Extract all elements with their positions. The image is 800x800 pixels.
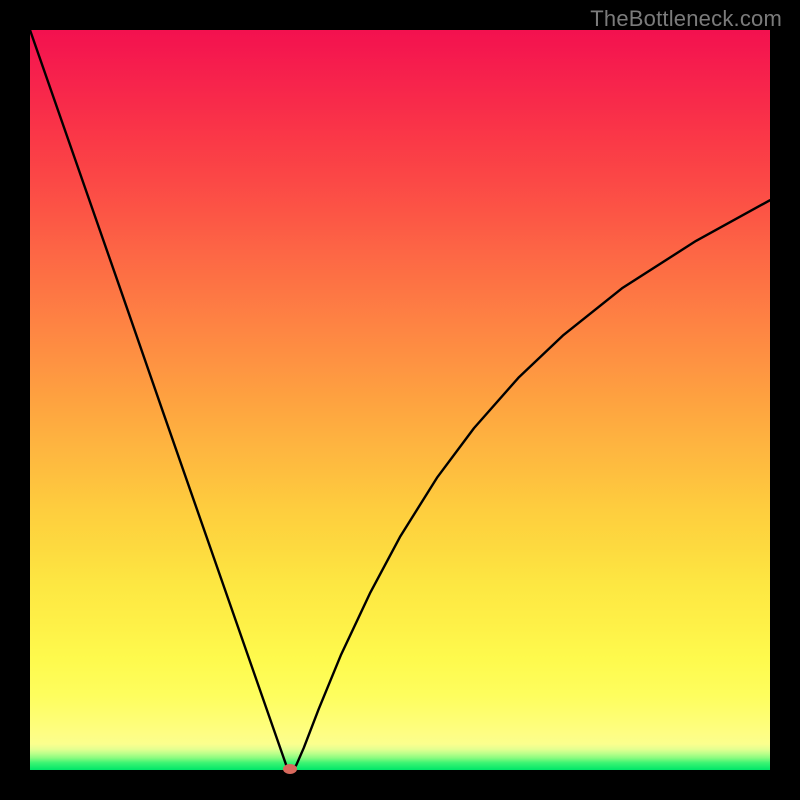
watermark-text: TheBottleneck.com — [590, 6, 782, 32]
curve-svg — [30, 30, 770, 770]
chart-frame: TheBottleneck.com — [0, 0, 800, 800]
minimum-marker — [283, 764, 297, 774]
plot-area — [30, 30, 770, 770]
bottleneck-curve — [30, 30, 770, 770]
